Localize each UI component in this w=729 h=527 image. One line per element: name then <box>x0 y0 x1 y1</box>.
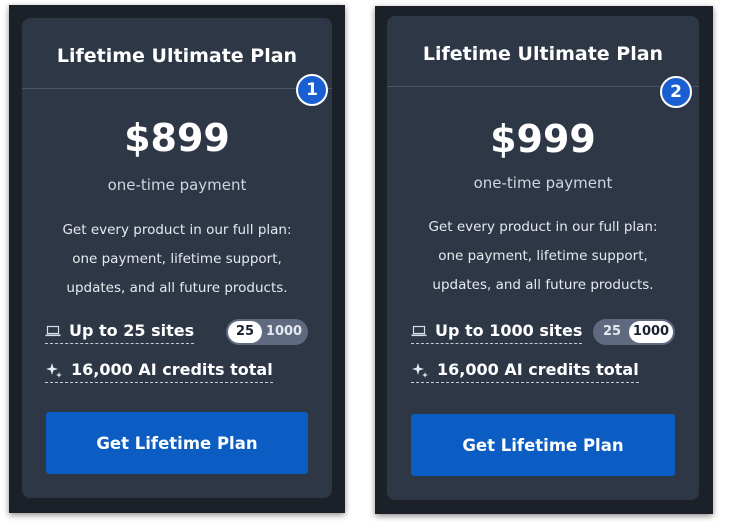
sparkle-icon <box>411 361 429 379</box>
plan-title: Lifetime Ultimate Plan <box>422 43 664 65</box>
header-divider <box>387 86 699 87</box>
step-badge: 2 <box>660 76 692 108</box>
credits-feature-label: 16,000 AI credits total <box>437 360 639 379</box>
toggle-option-1000[interactable]: 1000 <box>629 321 673 343</box>
sites-feature-label: Up to 1000 sites <box>435 321 583 340</box>
description-line: Get every product in our full plan: <box>428 219 658 235</box>
plan-description: Get every product in our full plan: one … <box>401 213 685 300</box>
description-line: one payment, lifetime support, <box>72 251 282 267</box>
description-line: updates, and all future products. <box>432 277 654 293</box>
laptop-icon <box>411 325 427 337</box>
pricing-card: Lifetime Ultimate Plan $899 one-time pay… <box>22 18 332 498</box>
description-line: updates, and all future products. <box>66 280 288 296</box>
header-divider <box>22 88 332 89</box>
sites-feature-label: Up to 25 sites <box>69 321 195 340</box>
get-lifetime-plan-button[interactable]: Get Lifetime Plan <box>411 414 675 476</box>
plan-price: $899 <box>124 116 230 160</box>
description-line: one payment, lifetime support, <box>438 248 648 264</box>
plan-title: Lifetime Ultimate Plan <box>56 45 298 67</box>
sites-toggle[interactable]: 25 1000 <box>593 319 675 345</box>
credits-feature-label: 16,000 AI credits total <box>71 360 273 379</box>
sparkle-icon <box>45 361 63 379</box>
plan-panel-2: Lifetime Ultimate Plan $999 one-time pay… <box>375 6 713 514</box>
price-note: one-time payment <box>473 174 613 192</box>
step-badge: 1 <box>296 74 328 106</box>
credits-feature[interactable]: 16,000 AI credits total <box>45 360 273 383</box>
toggle-option-1000[interactable]: 1000 <box>262 321 306 343</box>
plan-panel-1: Lifetime Ultimate Plan $899 one-time pay… <box>9 5 345 513</box>
toggle-option-25[interactable]: 25 <box>228 321 262 343</box>
sites-feature[interactable]: Up to 25 sites <box>45 321 195 344</box>
description-line: Get every product in our full plan: <box>62 222 292 238</box>
plan-description: Get every product in our full plan: one … <box>36 216 318 303</box>
credits-feature[interactable]: 16,000 AI credits total <box>411 360 639 383</box>
laptop-icon <box>45 325 61 337</box>
toggle-option-25[interactable]: 25 <box>595 321 629 343</box>
sites-feature[interactable]: Up to 1000 sites <box>411 321 583 344</box>
plan-price: $999 <box>490 117 596 161</box>
pricing-card: Lifetime Ultimate Plan $999 one-time pay… <box>387 16 699 500</box>
get-lifetime-plan-button[interactable]: Get Lifetime Plan <box>46 412 308 474</box>
sites-toggle[interactable]: 25 1000 <box>226 319 308 345</box>
price-note: one-time payment <box>107 176 247 194</box>
